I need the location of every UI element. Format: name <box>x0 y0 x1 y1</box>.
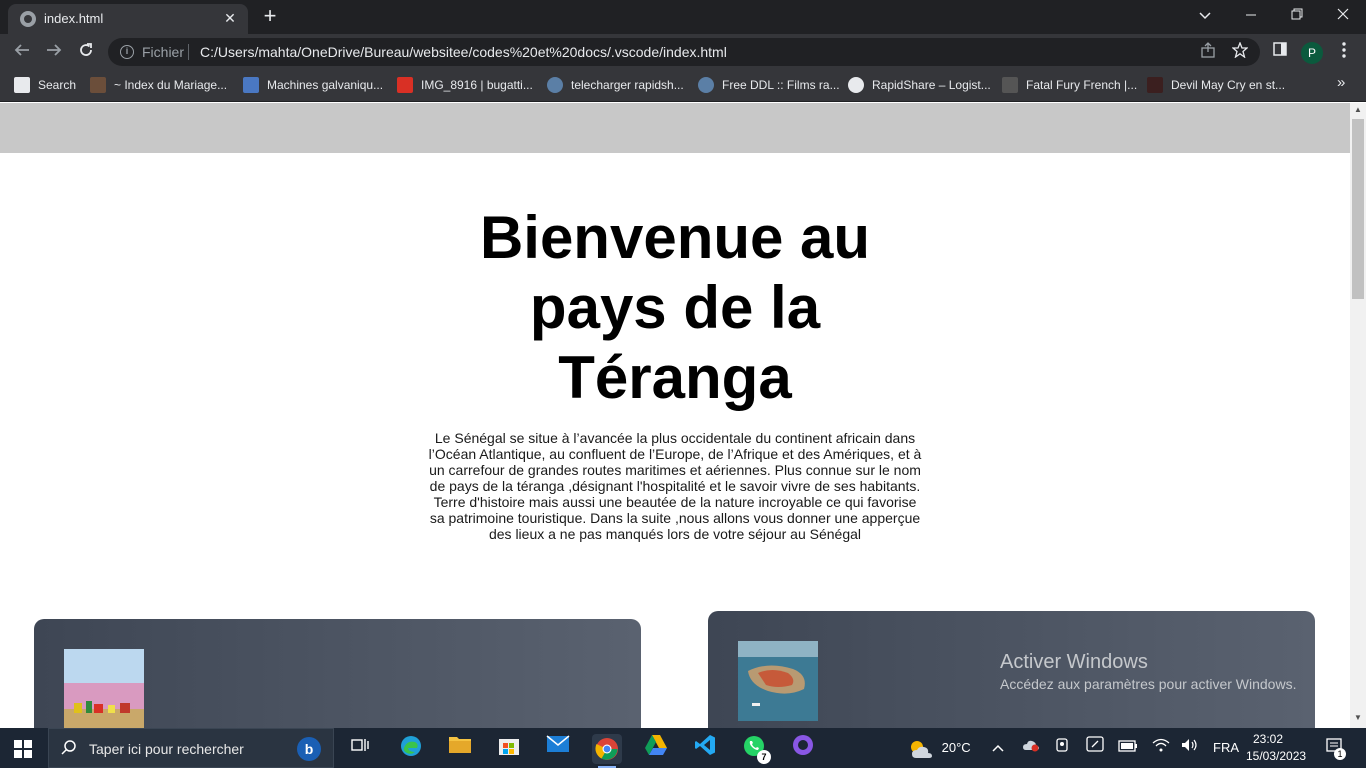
bookmark-free-ddl[interactable]: Free DDL :: Films ra... <box>698 77 840 95</box>
side-panel-icon[interactable] <box>1270 42 1290 62</box>
windows-start-icon[interactable] <box>14 740 32 758</box>
bookmark-favicon <box>547 77 563 93</box>
lac-rose-thumbnail <box>64 649 144 728</box>
close-window-button[interactable] <box>1320 0 1366 30</box>
scrollbar-thumb[interactable] <box>1352 119 1364 299</box>
edge-icon[interactable] <box>396 734 426 764</box>
search-placeholder: Taper ici pour rechercher <box>89 741 244 757</box>
weather-widget[interactable]: 20°C <box>908 728 971 768</box>
bing-icon[interactable]: b <box>297 737 321 761</box>
onedrive-error-icon[interactable] <box>1022 728 1040 768</box>
bookmark-favicon <box>698 77 714 93</box>
whatsapp-unread-badge: 7 <box>757 750 771 764</box>
bookmark-img-8916[interactable]: IMG_8916 | bugatti... <box>397 77 533 95</box>
close-tab-icon[interactable]: ✕ <box>220 8 240 28</box>
profile-avatar[interactable]: P <box>1301 42 1323 64</box>
web-page: Bienvenue au pays de la Téranga Le Sénég… <box>0 103 1350 728</box>
ile-de-goree-thumbnail <box>738 641 818 721</box>
weather-temperature: 20°C <box>941 740 971 755</box>
chrome-icon[interactable] <box>592 734 622 768</box>
clock-date: 15/03/2023 <box>1246 749 1307 763</box>
input-language[interactable]: FRA <box>1213 728 1239 768</box>
wifi-icon[interactable] <box>1152 728 1170 768</box>
bookmark-devil-may-cry[interactable]: Devil May Cry en st... <box>1147 77 1285 95</box>
notifications-badge: 1 <box>1334 748 1346 760</box>
vscode-icon[interactable] <box>690 734 720 764</box>
browser-toolbar: i Fichier C:/Users/mahta/OneDrive/Bureau… <box>0 34 1366 70</box>
scroll-up-icon[interactable]: ▲ <box>1354 105 1362 114</box>
intro-paragraph: Le Sénégal se situe à l’avancée la plus … <box>428 430 922 542</box>
title-line-3: Téranga <box>558 344 792 411</box>
display-settings-icon[interactable] <box>1086 728 1104 768</box>
search-icon <box>14 77 30 93</box>
address-bar[interactable]: i Fichier C:/Users/mahta/OneDrive/Bureau… <box>108 38 1260 66</box>
minimize-button[interactable] <box>1228 0 1274 30</box>
restore-button[interactable] <box>1274 0 1320 30</box>
task-view-icon[interactable] <box>345 734 375 764</box>
bookmark-machines-galvaniques[interactable]: Machines galvaniqu... <box>243 77 383 95</box>
destination-card-1[interactable] <box>34 619 641 728</box>
bookmark-favicon <box>1147 77 1163 93</box>
activation-subtitle: Accédez aux paramètres pour activer Wind… <box>1000 676 1297 692</box>
tab-strip: index.html ✕ + <box>0 0 1366 34</box>
windows-activation-watermark: Activer Windows Accédez aux paramètres p… <box>1000 650 1296 694</box>
bookmark-favicon <box>397 77 413 93</box>
bookmark-telecharger-rapidshare[interactable]: telecharger rapidsh... <box>547 77 684 95</box>
activation-title: Activer Windows <box>1000 651 1148 673</box>
page-header-bar <box>0 103 1350 153</box>
url-text[interactable]: C:/Users/mahta/OneDrive/Bureau/websitee/… <box>200 44 727 60</box>
site-info-icon[interactable]: i <box>120 45 134 59</box>
globe-icon <box>20 11 36 27</box>
volume-icon[interactable] <box>1181 728 1199 768</box>
bookmark-rapidshare-logistique[interactable]: RapidShare – Logist... <box>848 77 991 95</box>
scheme-label: Fichier <box>142 44 185 60</box>
reload-icon[interactable] <box>74 40 98 64</box>
taskbar-search-box[interactable]: Taper ici pour rechercher b <box>48 728 334 768</box>
windows-taskbar: Taper ici pour rechercher b 7 20°C FRA 2… <box>0 728 1366 768</box>
whatsapp-icon[interactable]: 7 <box>739 734 771 764</box>
back-arrow-icon[interactable] <box>10 40 34 64</box>
bookmark-fatal-fury[interactable]: Fatal Fury French |... <box>1002 77 1137 95</box>
bookmark-favicon <box>243 77 259 93</box>
search-icon <box>61 739 79 757</box>
menu-kebab-icon[interactable] <box>1334 42 1354 62</box>
clock-time: 23:02 <box>1252 732 1284 746</box>
scroll-down-icon[interactable]: ▼ <box>1354 713 1362 722</box>
meet-now-icon[interactable] <box>1054 728 1070 768</box>
github-desktop-icon[interactable] <box>788 734 818 764</box>
tab-index-html[interactable]: index.html ✕ <box>8 4 248 34</box>
microsoft-store-icon[interactable] <box>494 734 524 764</box>
share-icon[interactable] <box>1198 42 1218 62</box>
bookmark-index-mariage[interactable]: ~ Index du Mariage... <box>90 77 227 95</box>
bookmark-search[interactable]: Search <box>14 77 76 95</box>
bookmark-favicon <box>1002 77 1018 93</box>
battery-icon[interactable] <box>1118 728 1138 768</box>
bookmark-star-icon[interactable] <box>1230 41 1250 62</box>
title-line-1: Bienvenue au <box>479 204 871 271</box>
forward-arrow-icon[interactable] <box>42 40 66 64</box>
tab-search-chevron-icon[interactable] <box>1182 0 1228 30</box>
file-explorer-icon[interactable] <box>445 734 475 764</box>
notifications-icon[interactable]: 1 <box>1324 738 1346 760</box>
bookmarks-overflow-button[interactable]: » <box>1337 74 1345 92</box>
page-scrollbar[interactable]: ▲ ▼ <box>1350 103 1366 728</box>
page-title: Bienvenue au pays de la Téranga <box>430 203 920 413</box>
title-line-2: pays de la <box>529 274 821 341</box>
bookmark-favicon <box>90 77 106 93</box>
show-hidden-icons-chevron-icon[interactable] <box>992 728 1004 768</box>
bookmarks-bar: Search ~ Index du Mariage... Machines ga… <box>0 70 1366 102</box>
tab-title: index.html <box>44 11 104 26</box>
new-tab-button[interactable]: + <box>258 4 282 28</box>
address-separator <box>188 44 189 60</box>
system-clock[interactable]: 23:02 15/03/2023 <box>1246 731 1307 765</box>
mail-icon[interactable] <box>543 734 573 764</box>
bookmark-favicon <box>848 77 864 93</box>
google-drive-icon[interactable] <box>641 734 671 764</box>
